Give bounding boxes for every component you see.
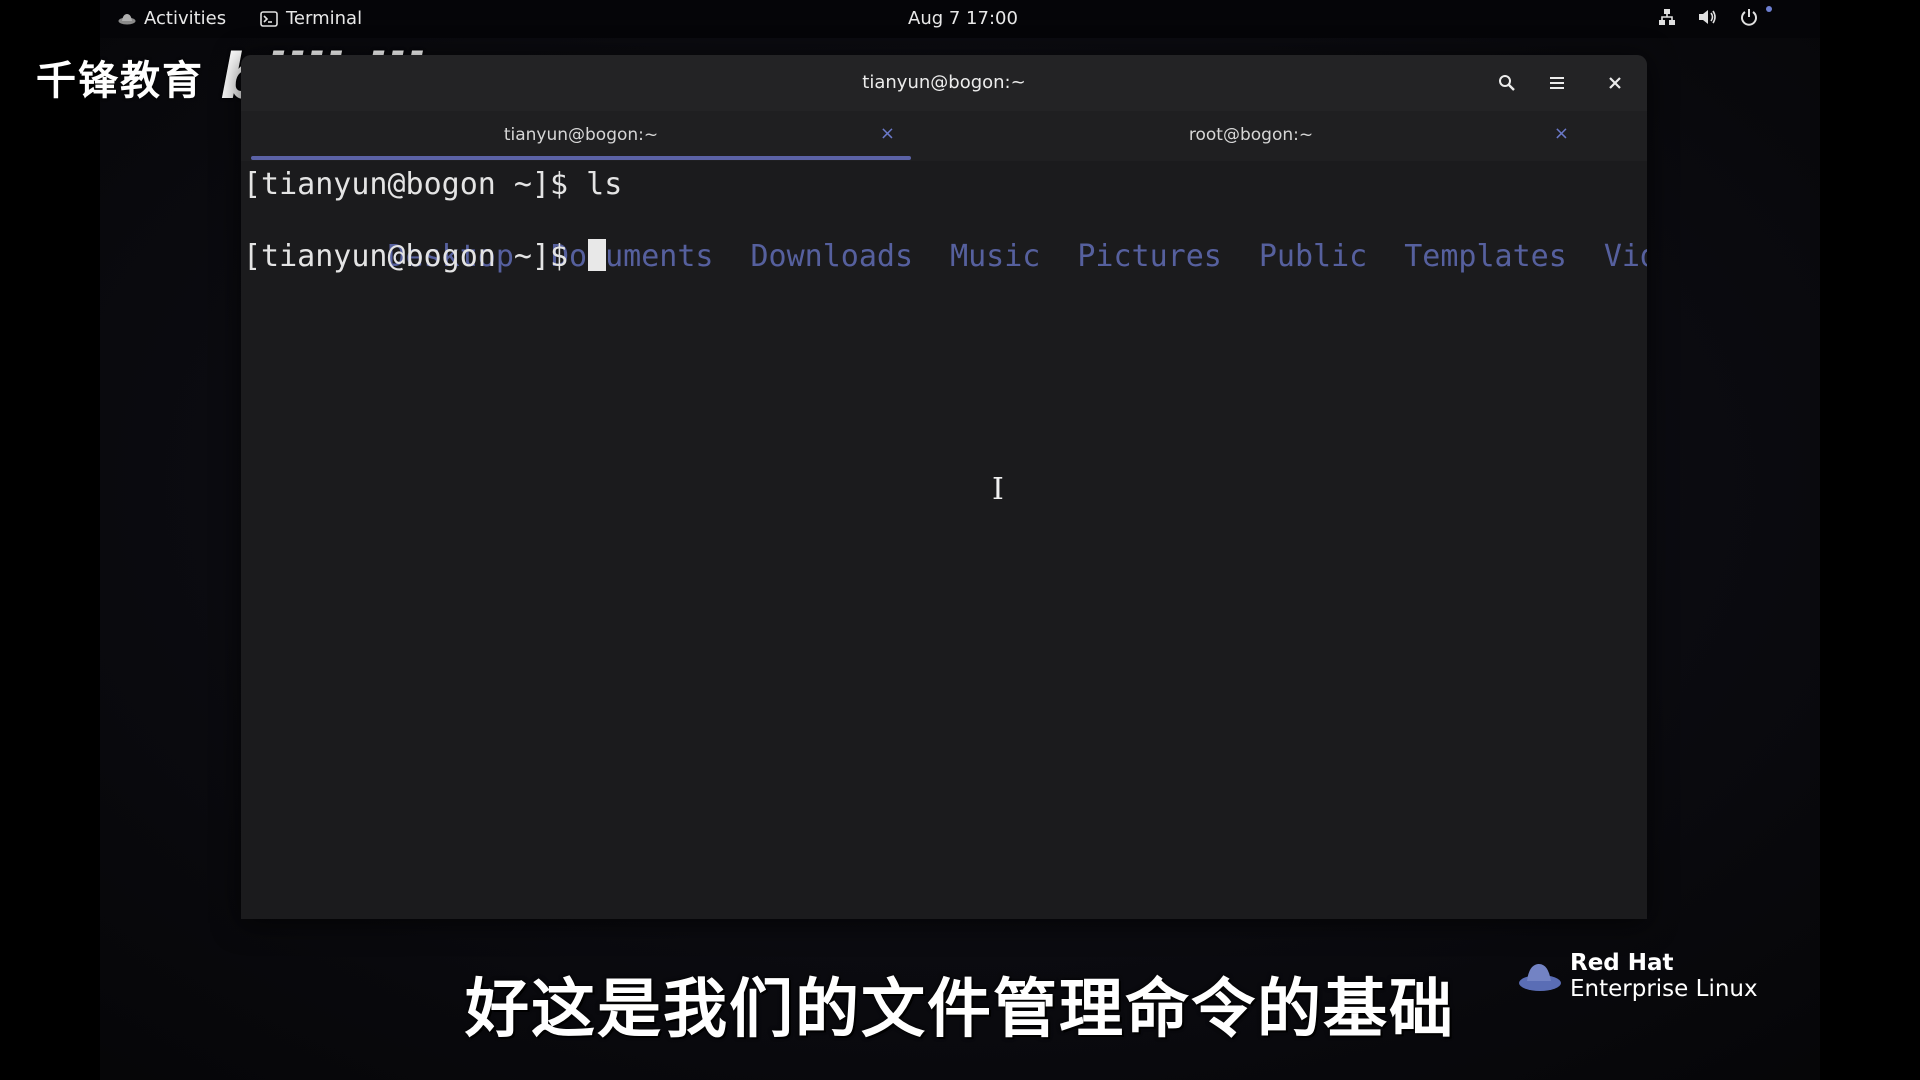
search-icon [1499,75,1515,91]
clock[interactable]: Aug 7 17:00 [908,8,1018,29]
directory-entry: Templates [1404,239,1567,274]
desktop: Activities Terminal Aug 7 17:00 千锋教育 tia… [0,0,1920,1080]
terminal-output[interactable]: [tianyun@bogon ~]$ ls Desktop Documents Do… [241,161,1647,919]
close-window-button[interactable] [1599,67,1631,99]
app-menu-label: Terminal [286,8,363,29]
directory-entry: Music [950,239,1041,274]
terminal-window: tianyun@bogon:~ tianyun@bogon:~ × root@b… [241,55,1647,919]
active-tab-indicator [251,156,911,160]
app-menu-terminal[interactable]: Terminal [260,8,362,29]
search-button[interactable] [1491,67,1523,99]
redhat-brand-logo: Red Hat Enterprise Linux [1518,950,1758,1002]
close-icon [1609,77,1621,89]
tab-root[interactable]: root@bogon:~ × [915,111,1587,161]
terminal-line-command: [tianyun@bogon ~]$ ls [243,167,623,202]
menu-button[interactable] [1541,67,1573,99]
brand-line2: Enterprise Linux [1570,976,1758,1002]
redhat-fedora-icon [1519,963,1561,991]
system-tray[interactable] [1658,8,1758,26]
terminal-line-ls-output: Desktop Documents Downloads Music Pictures Pu… [243,203,1648,274]
left-letterbox [0,0,100,1080]
tab-bar: tianyun@bogon:~ × root@bogon:~ × [241,111,1647,193]
right-letterbox [1820,0,1920,1080]
window-headerbar[interactable]: tianyun@bogon:~ [241,55,1647,111]
network-icon [1659,9,1675,25]
directory-entry: Videos [1603,239,1647,274]
redhat-wordmark: Red Hat Enterprise Linux [1570,950,1758,1002]
tab-close-icon[interactable]: × [1554,123,1569,144]
top-bar: Activities Terminal Aug 7 17:00 [100,0,1820,38]
power-icon [1741,9,1757,26]
activities-label: Activities [144,8,227,29]
tab-close-icon[interactable]: × [880,123,895,144]
mouse-ibeam-cursor: I [992,472,1004,507]
prompt-text: [tianyun@bogon ~]$ [243,239,587,274]
directory-entry: Downloads [750,239,914,274]
tab-label: root@bogon:~ [1188,125,1314,145]
volume-icon [1699,10,1716,24]
activities-button[interactable]: Activities [118,8,226,29]
hamburger-menu-icon [1550,77,1564,89]
redhat-small-icon [118,13,136,24]
terminal-app-icon [260,10,278,27]
text-cursor [588,239,607,271]
watermark-text: 千锋教育 [36,57,204,104]
tab-label: tianyun@bogon:~ [503,125,659,145]
window-title: tianyun@bogon:~ [862,72,1026,93]
brand-line1: Red Hat [1570,950,1674,976]
tab-tianyun[interactable]: tianyun@bogon:~ × [251,111,911,161]
directory-entry: Public [1258,239,1368,274]
directory-entry: Pictures [1077,239,1222,274]
notification-dot [1766,6,1772,12]
